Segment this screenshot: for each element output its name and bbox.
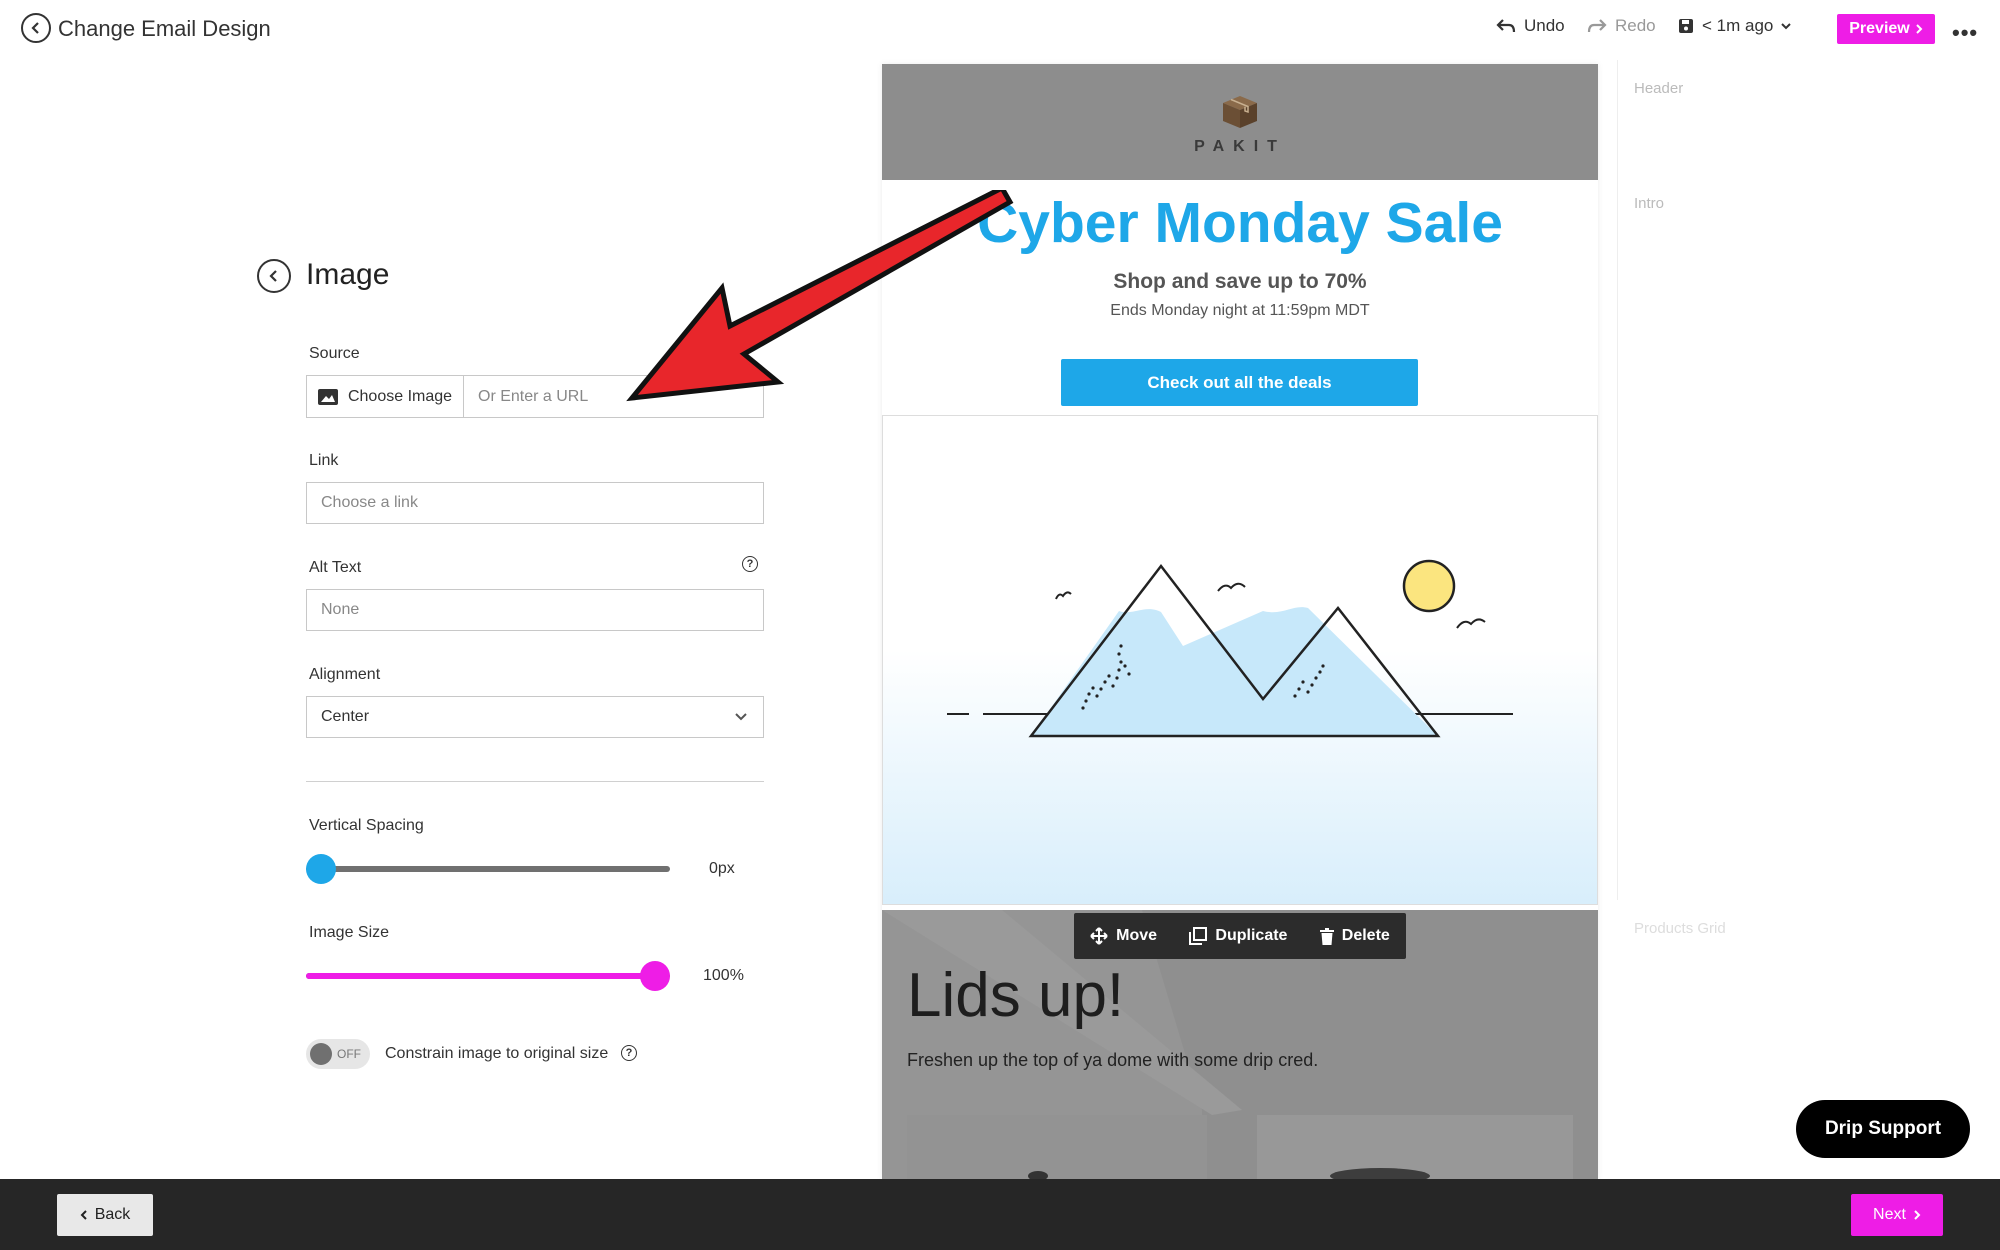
move-button[interactable]: Move [1090, 927, 1157, 945]
link-label: Link [309, 452, 339, 469]
toggle-state: OFF [337, 1047, 361, 1061]
more-options-icon[interactable]: ••• [1952, 20, 1978, 46]
delete-label: Delete [1341, 927, 1390, 944]
image-size-slider-fill [306, 973, 655, 979]
outline-header[interactable]: Header [1634, 80, 1683, 97]
bottom-bar: Back Next [0, 1179, 2000, 1250]
logo-text: PAKIT [1194, 138, 1286, 155]
alt-text-input[interactable]: None [306, 589, 764, 631]
trash-icon [1319, 927, 1334, 945]
lids-subtitle[interactable]: Freshen up the top of ya dome with some … [907, 1050, 1318, 1071]
redo-button[interactable]: Redo [1587, 16, 1656, 36]
chevron-down-icon [735, 713, 747, 721]
undo-icon [1496, 19, 1516, 33]
section-divider [306, 781, 764, 782]
panel-title: Image [306, 258, 390, 291]
help-icon[interactable]: ? [621, 1045, 637, 1061]
choose-image-button[interactable]: Choose Image [307, 376, 464, 417]
outline-intro[interactable]: Intro [1634, 195, 1664, 212]
choose-image-label: Choose Image [347, 387, 453, 405]
alignment-select[interactable]: Center [306, 696, 764, 738]
delete-button[interactable]: Delete [1319, 927, 1390, 945]
preview-label: Preview [1849, 20, 1910, 37]
cta-button[interactable]: Check out all the deals [1061, 359, 1418, 406]
save-status-dropdown[interactable]: < 1m ago [1678, 16, 1792, 36]
annotation-arrow [626, 190, 1014, 402]
duplicate-icon [1189, 927, 1208, 945]
image-size-thumb[interactable] [640, 961, 670, 991]
duplicate-button[interactable]: Duplicate [1189, 927, 1287, 945]
constrain-label: Constrain image to original size [385, 1045, 609, 1062]
alignment-label: Alignment [309, 666, 381, 683]
alt-text-label: Alt Text [309, 559, 362, 576]
next-button[interactable]: Next [1851, 1194, 1943, 1236]
block-toolbar: Move Duplicate Delete [1074, 913, 1406, 959]
image-icon [317, 388, 338, 405]
image-size-label: Image Size [309, 924, 390, 941]
outline-products-grid[interactable]: Products Grid [1634, 920, 1726, 937]
chevron-left-icon [80, 1210, 87, 1220]
undo-button[interactable]: Undo [1496, 16, 1565, 36]
back-circle-button[interactable] [21, 13, 51, 43]
back-button[interactable]: Back [57, 1194, 153, 1236]
duplicate-label: Duplicate [1215, 927, 1288, 944]
vertical-spacing-value: 0px [709, 860, 735, 877]
lids-title[interactable]: Lids up! [907, 960, 1124, 1031]
vertical-spacing-slider[interactable] [306, 866, 670, 872]
panel-back-button[interactable] [257, 259, 291, 293]
toggle-knob [310, 1043, 332, 1065]
redo-label: Redo [1615, 16, 1656, 35]
selected-image-block[interactable] [882, 415, 1598, 905]
undo-label: Undo [1524, 16, 1565, 35]
chevron-right-icon [1914, 1210, 1921, 1220]
mountain-illustration [947, 559, 1513, 738]
outline-rail [1617, 60, 1618, 900]
page-title: Change Email Design [58, 16, 271, 41]
save-icon [1679, 19, 1693, 33]
box-logo-icon [1223, 96, 1257, 128]
source-label: Source [309, 345, 360, 362]
top-bar: Change Email Design Undo Redo < 1m ago P… [0, 0, 2000, 58]
chevron-left-icon [31, 22, 39, 34]
move-icon [1090, 927, 1108, 945]
chevron-down-icon [1781, 23, 1792, 30]
redo-icon [1587, 19, 1607, 33]
email-header-block[interactable]: PAKIT [882, 64, 1598, 180]
preview-button[interactable]: Preview [1837, 14, 1935, 44]
next-label: Next [1873, 1206, 1906, 1223]
image-size-value: 100% [703, 967, 744, 984]
alignment-value: Center [321, 708, 370, 725]
constrain-toggle[interactable]: OFF [306, 1039, 370, 1069]
help-icon[interactable]: ? [742, 556, 758, 572]
move-label: Move [1116, 927, 1158, 944]
back-label: Back [94, 1206, 131, 1223]
chevron-left-icon [269, 270, 277, 282]
vertical-spacing-label: Vertical Spacing [309, 817, 424, 834]
chevron-right-icon [1916, 24, 1923, 34]
drip-support-button[interactable]: Drip Support [1796, 1100, 1970, 1158]
vertical-spacing-thumb[interactable] [306, 854, 336, 884]
save-status-label: < 1m ago [1702, 16, 1774, 35]
link-input[interactable]: Choose a link [306, 482, 764, 524]
